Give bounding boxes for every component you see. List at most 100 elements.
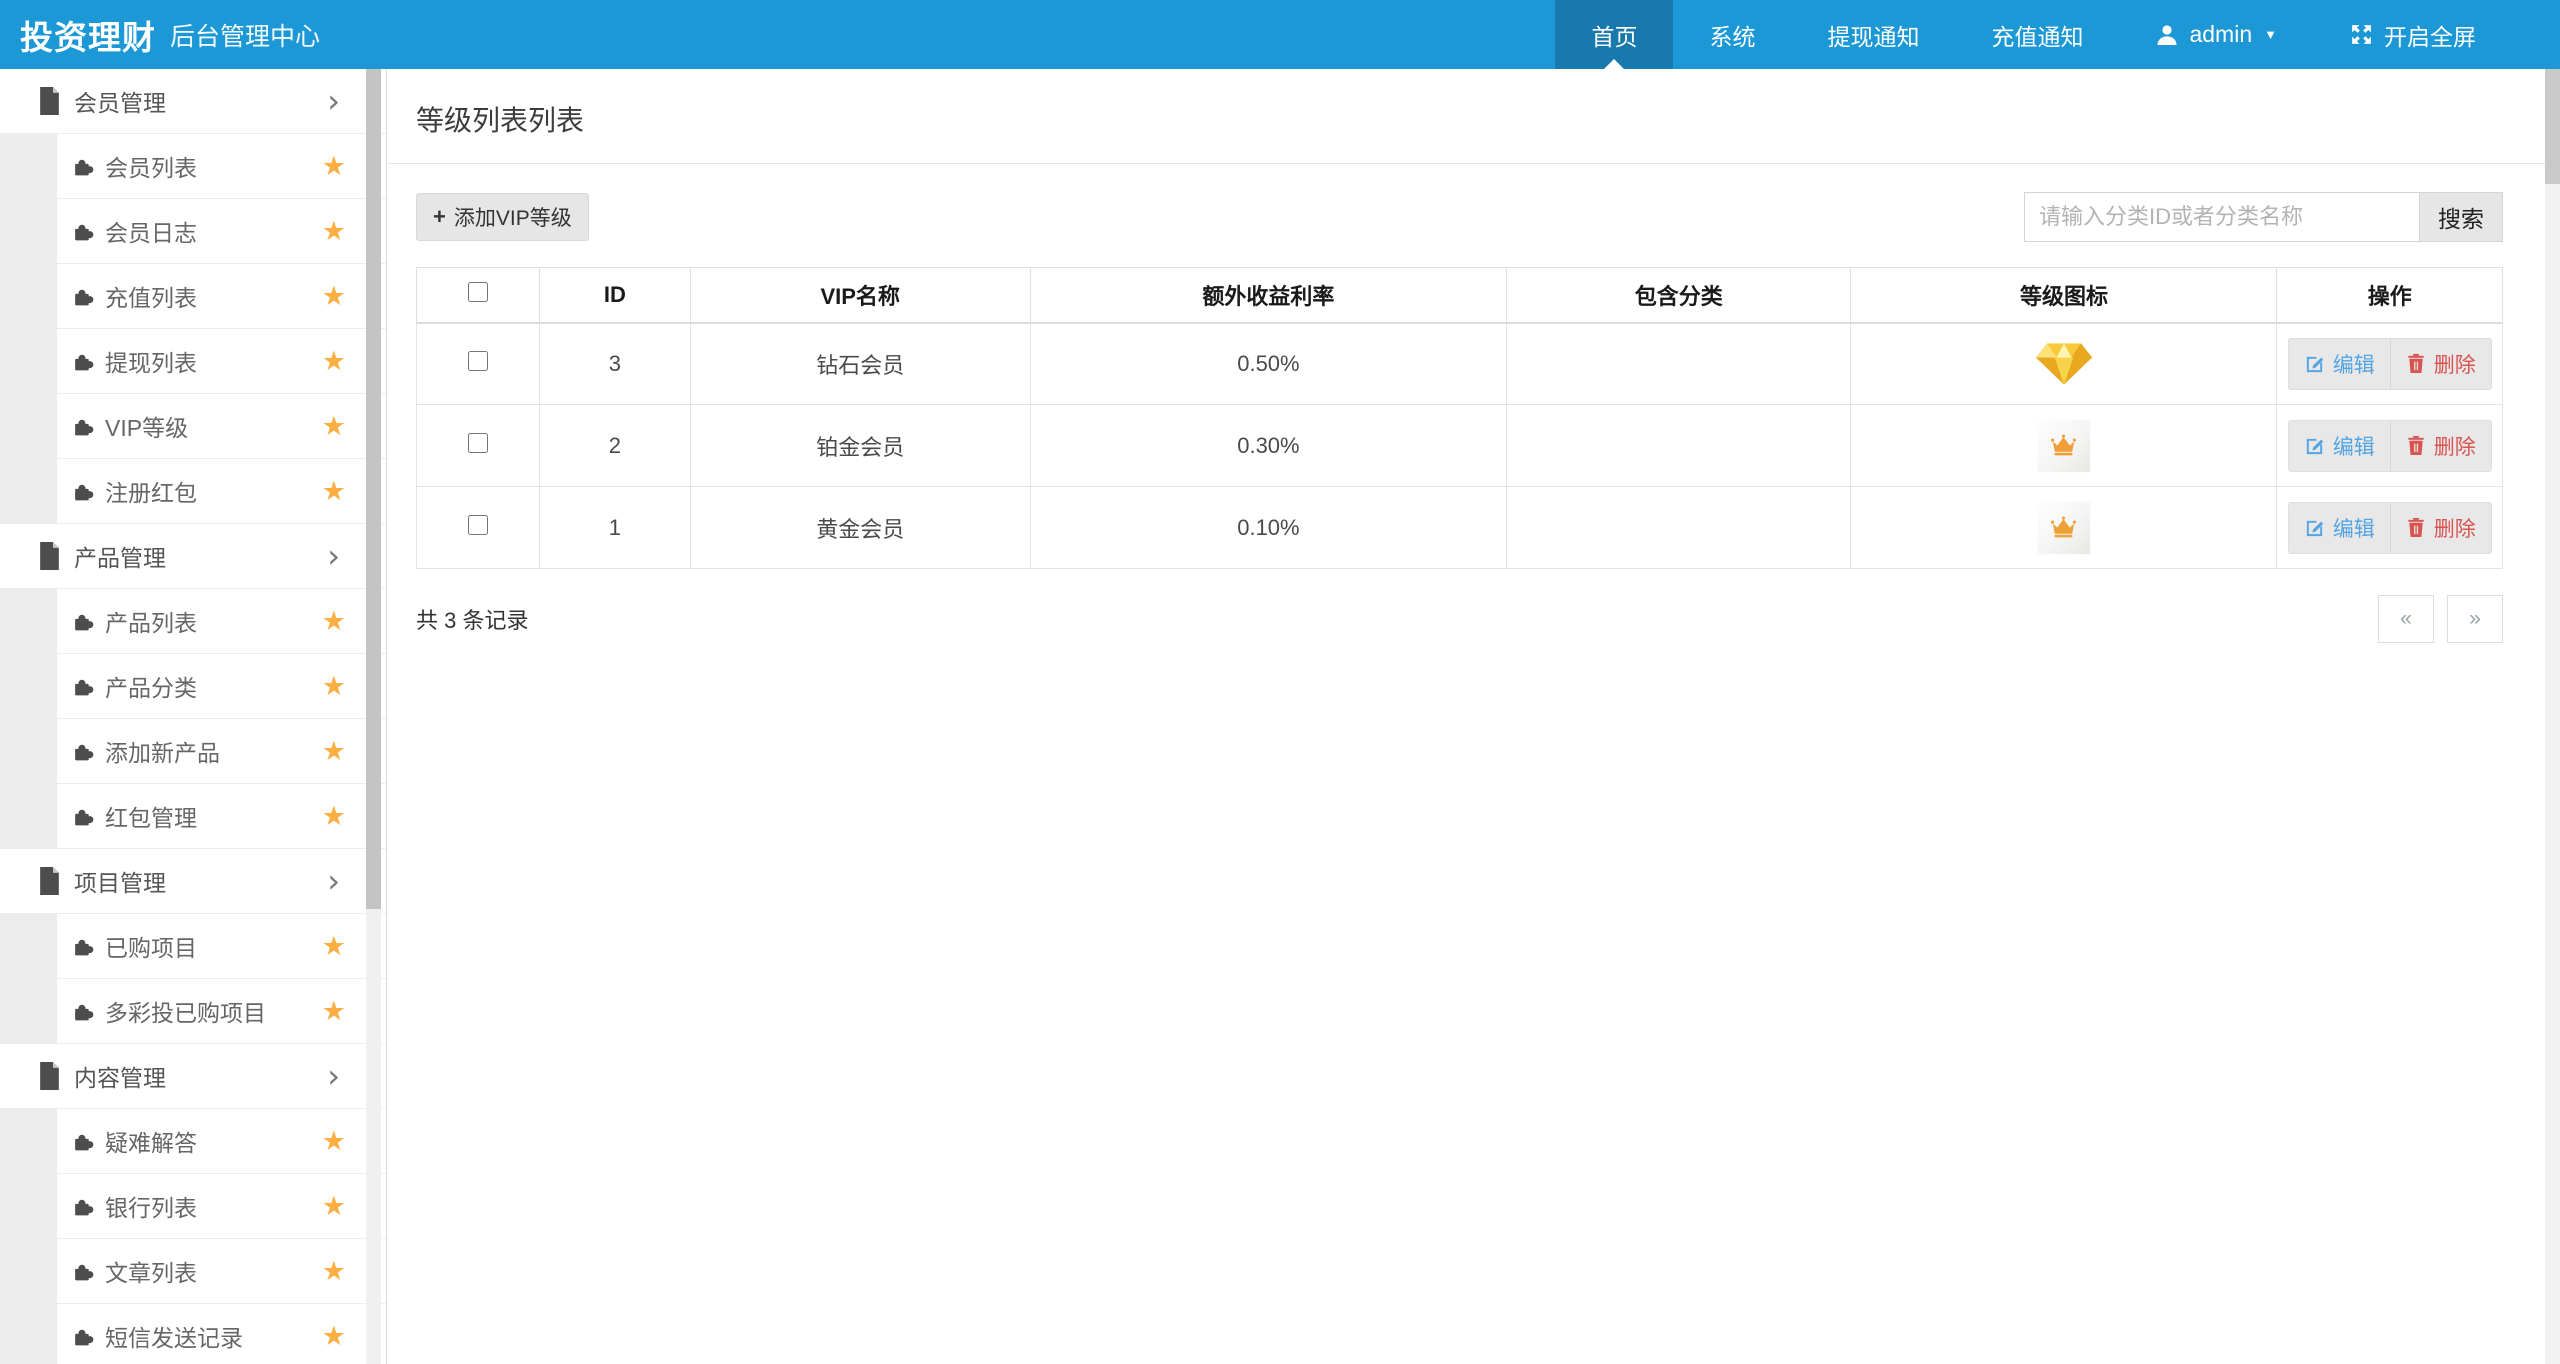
table-row: 2 铂金会员 0.30% [417,405,2503,487]
cell-vip-name: 钻石会员 [690,323,1030,405]
star-icon[interactable]: ★ [322,801,346,832]
sidebar-item-member-log[interactable]: 会员日志 ★ [57,199,386,264]
edit-button[interactable]: 编辑 [2289,421,2391,471]
star-icon[interactable]: ★ [322,346,346,377]
sidebar-item-add-product[interactable]: 添加新产品 ★ [57,719,386,784]
edit-icon [2304,435,2325,456]
sidebar-item-label: 会员日志 [105,214,197,248]
delete-button[interactable]: 删除 [2391,339,2491,389]
nav-item-system[interactable]: 系统 [1673,0,1791,69]
sidebar-item-vip-level[interactable]: VIP等级 ★ [57,394,386,459]
sidebar-item-product-category[interactable]: 产品分类 ★ [57,654,386,719]
delete-button[interactable]: 删除 [2391,503,2491,553]
sidebar-group-member-mgmt[interactable]: 会员管理 › [0,69,386,134]
toolbar: + 添加VIP等级 搜索 [388,164,2545,242]
sidebar-item-faq[interactable]: 疑难解答 ★ [57,1109,386,1174]
cell-level-icon [1851,487,2277,569]
cell-category [1506,323,1851,405]
cell-actions: 编辑 删除 [2277,405,2503,487]
user-icon [2155,23,2179,47]
file-icon [37,542,62,570]
user-menu[interactable]: admin ▼ [2119,0,2313,69]
sidebar-group-label: 内容管理 [74,1059,166,1093]
star-icon[interactable]: ★ [322,411,346,442]
sidebar-group-label: 项目管理 [74,864,166,898]
search-button[interactable]: 搜索 [2420,192,2503,242]
sidebar-item-recharge-list[interactable]: 充值列表 ★ [57,264,386,329]
star-icon[interactable]: ★ [322,671,346,702]
sidebar-item-sms-log[interactable]: 短信发送记录 ★ [57,1304,386,1364]
sidebar-item-withdraw-list[interactable]: 提现列表 ★ [57,329,386,394]
brand-subtitle: 后台管理中心 [170,17,320,53]
star-icon[interactable]: ★ [322,151,346,182]
prev-page-button[interactable]: « [2378,595,2434,643]
sidebar-scrollbar-thumb[interactable] [366,69,381,909]
nav-item-label: 系统 [1709,18,1755,52]
sidebar-scrollbar[interactable] [366,69,381,1364]
cell-id: 3 [540,323,690,405]
nav-item-withdraw-notice[interactable]: 提现通知 [1791,0,1955,69]
sidebar-item-register-redpacket[interactable]: 注册红包 ★ [57,459,386,524]
sidebar-item-article-list[interactable]: 文章列表 ★ [57,1239,386,1304]
page-scrollbar-thumb[interactable] [2545,69,2560,184]
puzzle-icon [72,805,95,828]
nav-item-home[interactable]: 首页 [1555,0,1673,69]
sidebar-item-label: 多彩投已购项目 [105,994,266,1028]
main-content: 等级列表列表 + 添加VIP等级 搜索 ID VIP名称 额外收益利率 包含分类… [388,69,2545,1364]
row-checkbox[interactable] [468,351,488,371]
star-icon[interactable]: ★ [322,281,346,312]
puzzle-icon [72,220,95,243]
puzzle-icon [72,1260,95,1283]
cell-rate: 0.10% [1030,487,1506,569]
sidebar-item-bank-list[interactable]: 银行列表 ★ [57,1174,386,1239]
col-header-actions: 操作 [2277,268,2503,323]
sidebar-item-label: 疑难解答 [105,1124,197,1158]
row-checkbox[interactable] [468,515,488,535]
search-input[interactable] [2024,192,2420,242]
sidebar-item-product-list[interactable]: 产品列表 ★ [57,589,386,654]
sidebar-item-label: 注册红包 [105,474,197,508]
nav-item-recharge-notice[interactable]: 充值通知 [1955,0,2119,69]
select-all-checkbox[interactable] [468,282,488,302]
sidebar-group-content-mgmt[interactable]: 内容管理 › [0,1044,386,1109]
delete-button[interactable]: 删除 [2391,421,2491,471]
puzzle-icon [72,480,95,503]
star-icon[interactable]: ★ [322,216,346,247]
brand-title: 投资理财 [20,11,156,59]
sidebar-item-redpacket-mgmt[interactable]: 红包管理 ★ [57,784,386,849]
row-checkbox[interactable] [468,433,488,453]
edit-button[interactable]: 编辑 [2289,503,2391,553]
page-scrollbar[interactable] [2545,69,2560,1364]
star-icon[interactable]: ★ [322,736,346,767]
sidebar-group-product-mgmt[interactable]: 产品管理 › [0,524,386,589]
star-icon[interactable]: ★ [322,476,346,507]
sidebar-item-label: 短信发送记录 [105,1319,243,1353]
star-icon[interactable]: ★ [322,931,346,962]
edit-button[interactable]: 编辑 [2289,339,2391,389]
fullscreen-toggle[interactable]: 开启全屏 [2313,0,2512,69]
table-header-row: ID VIP名称 额外收益利率 包含分类 等级图标 操作 [417,268,2503,323]
sidebar-item-member-list[interactable]: 会员列表 ★ [57,134,386,199]
delete-label: 删除 [2434,349,2476,379]
puzzle-icon [72,740,95,763]
star-icon[interactable]: ★ [322,1126,346,1157]
pagination: « » [2378,595,2503,643]
sidebar-group-label: 会员管理 [74,84,166,118]
add-vip-level-button[interactable]: + 添加VIP等级 [416,193,589,241]
sidebar-group-project-mgmt[interactable]: 项目管理 › [0,849,386,914]
chevron-right-icon: › [327,85,340,117]
crown-icon [2038,420,2090,472]
star-icon[interactable]: ★ [322,606,346,637]
cell-vip-name: 黄金会员 [690,487,1030,569]
sidebar-item-purchased-projects[interactable]: 已购项目 ★ [57,914,386,979]
next-page-button[interactable]: » [2447,595,2503,643]
star-icon[interactable]: ★ [322,996,346,1027]
top-navbar: 投资理财 后台管理中心 首页 系统 提现通知 充值通知 admin ▼ [0,0,2560,69]
action-button-group: 编辑 删除 [2288,420,2492,472]
sidebar-item-duocaitou-purchased[interactable]: 多彩投已购项目 ★ [57,979,386,1044]
star-icon[interactable]: ★ [322,1256,346,1287]
star-icon[interactable]: ★ [322,1321,346,1352]
star-icon[interactable]: ★ [322,1191,346,1222]
puzzle-icon [72,1325,95,1348]
trash-icon [2406,435,2426,456]
